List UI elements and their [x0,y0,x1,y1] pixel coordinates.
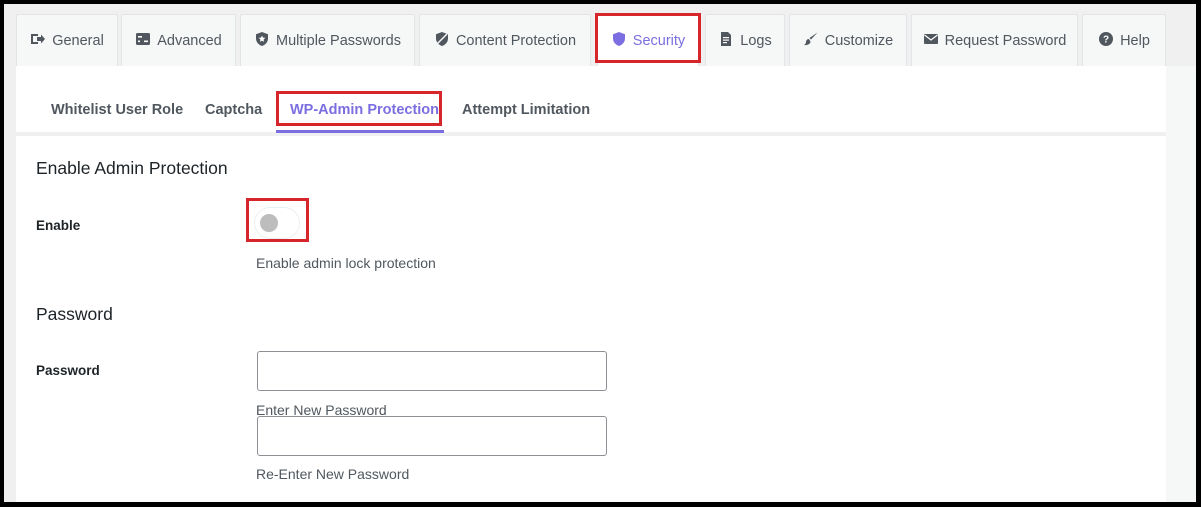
shield-slash-icon [434,31,450,51]
tab-security[interactable]: Security [597,14,699,66]
tab-logs[interactable]: Logs [705,14,785,66]
tab-label: General [52,32,104,49]
subtab-whitelist-user-role[interactable]: Whitelist User Role [51,102,183,118]
shield-icon [611,31,627,51]
subtab-attempt-limitation[interactable]: Attempt Limitation [462,102,590,118]
question-icon: ? [1098,31,1114,51]
subtab-captcha[interactable]: Captcha [205,102,262,118]
tab-advanced[interactable]: Advanced [121,14,236,66]
tab-label: Content Protection [455,32,577,49]
tab-general[interactable]: General [16,14,118,66]
enable-label: Enable [36,218,81,233]
toggle-knob [260,214,278,232]
enable-admin-protection-toggle[interactable] [255,208,299,238]
envelope-icon [923,31,939,51]
subtab-wp-admin-protection[interactable]: WP-Admin Protection [290,102,439,118]
tab-label: Help [1120,32,1150,49]
shield-star-icon [254,31,270,51]
admin-protection-description: Enable admin lock protection [256,255,436,271]
tab-request-password[interactable]: Request Password [911,14,1078,66]
tab-label: Request Password [944,32,1067,49]
password-label: Password [36,363,100,378]
svg-text:?: ? [1103,34,1109,45]
tab-label: Customize [824,32,894,49]
active-subtab-indicator [276,130,444,133]
sliders-icon [135,31,151,51]
reenter-password-input[interactable] [257,416,607,456]
sub-tabs: Whitelist User Role Captcha WP-Admin Pro… [16,66,1166,136]
tab-multiple-passwords[interactable]: Multiple Passwords [240,14,415,66]
main-tabs: General Advanced Multiple Passwords Cont… [4,4,1196,66]
tab-label: Multiple Passwords [276,32,401,49]
reenter-password-help: Re-Enter New Password [256,466,410,482]
document-icon [718,31,734,51]
tab-customize[interactable]: Customize [789,14,907,66]
tab-label: Logs [740,32,772,49]
tab-content-protection[interactable]: Content Protection [419,14,591,66]
tab-label: Advanced [157,32,222,49]
panel-edge [1166,66,1196,502]
section-title-password: Password [36,304,113,324]
section-title-admin-protection: Enable Admin Protection [36,158,228,178]
new-password-input[interactable] [257,351,607,391]
brush-icon [803,31,819,51]
sign-in-icon [30,31,46,51]
tab-help[interactable]: ? Help [1082,14,1166,66]
app-frame: General Advanced Multiple Passwords Cont… [4,4,1196,502]
settings-panel: Whitelist User Role Captcha WP-Admin Pro… [16,66,1166,502]
tab-label: Security [632,32,686,49]
